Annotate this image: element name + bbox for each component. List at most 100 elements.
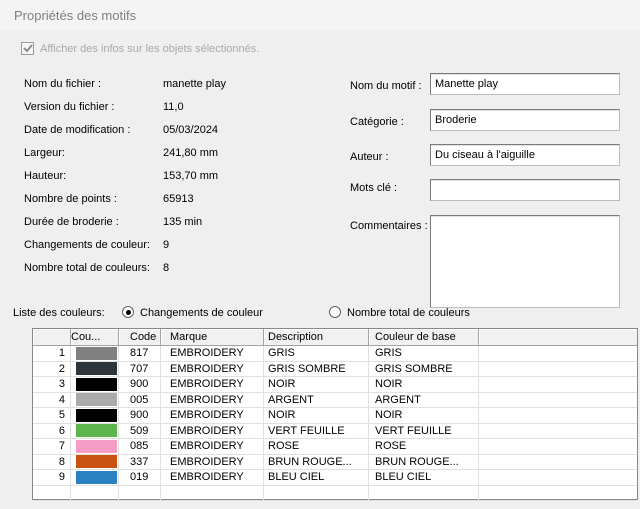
- empty-cell: [479, 486, 637, 501]
- color-table: Cou... Code Marque Description Couleur d…: [32, 328, 638, 501]
- info-value: 11,0: [163, 101, 184, 113]
- thread-base-color: VERT FEUILLE: [369, 423, 479, 438]
- motif-name-label: Nom du motif :: [350, 80, 422, 92]
- empty-cell: [119, 485, 161, 500]
- keywords-input[interactable]: [430, 179, 620, 201]
- category-input[interactable]: [430, 109, 620, 131]
- thread-description: NOIR: [264, 408, 369, 423]
- dialog-title: Propriétés des motifs: [14, 8, 137, 23]
- show-info-checkbox-row: Afficher des infos sur les objets sélect…: [21, 42, 259, 55]
- info-row: Largeur: 241,80 mm: [24, 147, 226, 170]
- filler-cell: [479, 408, 637, 423]
- thread-brand: EMBROIDERY: [161, 361, 264, 376]
- header-code[interactable]: Code: [119, 329, 161, 346]
- row-number: 4: [33, 392, 71, 407]
- show-info-checkbox[interactable]: [21, 42, 34, 55]
- thread-description: BLEU CIEL: [264, 470, 369, 485]
- row-number: 6: [33, 423, 71, 438]
- info-row: Changements de couleur: 9: [24, 239, 226, 262]
- info-row: Version du fichier : 11,0: [24, 101, 226, 124]
- thread-code: 509: [119, 423, 161, 438]
- table-row[interactable]: 4 005 EMBROIDERY ARGENT ARGENT: [33, 392, 637, 408]
- filler-cell: [479, 393, 637, 408]
- swatch-cell: [71, 346, 119, 361]
- swatch-cell: [71, 392, 119, 407]
- info-row: Nombre total de couleurs: 8: [24, 262, 226, 285]
- info-row: Durée de broderie : 135 min: [24, 216, 226, 239]
- thread-description: GRIS: [264, 346, 369, 361]
- category-label: Catégorie :: [350, 116, 404, 128]
- thread-description: NOIR: [264, 377, 369, 392]
- table-row[interactable]: 5 900 EMBROIDERY NOIR NOIR: [33, 408, 637, 424]
- header-description[interactable]: Description: [264, 329, 369, 346]
- swatch-cell: [71, 439, 119, 454]
- table-row[interactable]: 1 817 EMBROIDERY GRIS GRIS: [33, 346, 637, 362]
- motif-name-input[interactable]: [430, 73, 620, 95]
- header-color[interactable]: Cou...: [71, 329, 119, 346]
- file-info-panel: Nom du fichier : manette play Version du …: [24, 78, 226, 285]
- table-row[interactable]: 2 707 EMBROIDERY GRIS SOMBRE GRIS SOMBRE: [33, 361, 637, 377]
- row-number: 9: [33, 470, 71, 485]
- thread-code: 005: [119, 392, 161, 407]
- thread-description: ARGENT: [264, 392, 369, 407]
- color-swatch: [76, 424, 117, 438]
- radio-total-colors[interactable]: [329, 306, 341, 318]
- thread-brand: EMBROIDERY: [161, 470, 264, 485]
- filler-cell: [479, 455, 637, 470]
- info-row: Date de modification : 05/03/2024: [24, 124, 226, 147]
- thread-description: ROSE: [264, 439, 369, 454]
- filler-cell: [479, 439, 637, 454]
- swatch-cell: [71, 423, 119, 438]
- thread-base-color: BLEU CIEL: [369, 470, 479, 485]
- filler-cell: [479, 377, 637, 392]
- thread-code: 707: [119, 361, 161, 376]
- thread-base-color: BRUN ROUGE...: [369, 454, 479, 469]
- color-swatch: [76, 408, 117, 422]
- thread-brand: EMBROIDERY: [161, 439, 264, 454]
- info-row: Hauteur: 153,70 mm: [24, 170, 226, 193]
- row-number: 7: [33, 439, 71, 454]
- table-row[interactable]: 3 900 EMBROIDERY NOIR NOIR: [33, 377, 637, 393]
- show-info-checkbox-label: Afficher des infos sur les objets sélect…: [40, 42, 260, 55]
- thread-description: VERT FEUILLE: [264, 423, 369, 438]
- info-value: 153,70 mm: [163, 170, 219, 182]
- filler-cell: [479, 424, 637, 439]
- swatch-cell: [71, 361, 119, 376]
- thread-brand: EMBROIDERY: [161, 423, 264, 438]
- author-input[interactable]: [430, 144, 620, 166]
- table-row[interactable]: 7 085 EMBROIDERY ROSE ROSE: [33, 439, 637, 455]
- color-swatch: [76, 346, 117, 360]
- header-base-color[interactable]: Couleur de base: [369, 329, 479, 346]
- info-row: Nom du fichier : manette play: [24, 78, 226, 101]
- header-num[interactable]: [33, 329, 71, 346]
- radio-color-changes[interactable]: [122, 306, 134, 318]
- row-number: 2: [33, 361, 71, 376]
- info-label: Date de modification :: [24, 124, 131, 136]
- thread-brand: EMBROIDERY: [161, 346, 264, 361]
- info-value: 135 min: [163, 216, 203, 228]
- table-row[interactable]: 8 337 EMBROIDERY BRUN ROUGE... BRUN ROUG…: [33, 454, 637, 470]
- thread-code: 085: [119, 439, 161, 454]
- table-row-empty: [33, 485, 637, 501]
- filler-cell: [479, 346, 637, 361]
- row-number: 3: [33, 377, 71, 392]
- radio-color-changes-label: Changements de couleur: [140, 307, 263, 319]
- radio-total-colors-label: Nombre total de couleurs: [347, 307, 470, 319]
- color-swatch: [76, 362, 117, 376]
- info-row: Nombre de points : 65913: [24, 193, 226, 216]
- comments-textarea[interactable]: [430, 215, 620, 308]
- empty-cell: [33, 485, 71, 500]
- info-value: 241,80 mm: [163, 147, 219, 159]
- header-brand[interactable]: Marque: [161, 329, 264, 346]
- table-row[interactable]: 6 509 EMBROIDERY VERT FEUILLE VERT FEUIL…: [33, 423, 637, 439]
- filler-cell: [479, 362, 637, 377]
- thread-code: 817: [119, 346, 161, 361]
- row-number: 1: [33, 346, 71, 361]
- thread-code: 337: [119, 454, 161, 469]
- keywords-label: Mots clé :: [350, 182, 398, 194]
- info-label: Nombre de points :: [24, 193, 117, 205]
- info-label: Hauteur:: [24, 170, 67, 182]
- info-value: manette play: [163, 78, 226, 90]
- color-swatch: [76, 377, 117, 391]
- table-row[interactable]: 9 019 EMBROIDERY BLEU CIEL BLEU CIEL: [33, 470, 637, 486]
